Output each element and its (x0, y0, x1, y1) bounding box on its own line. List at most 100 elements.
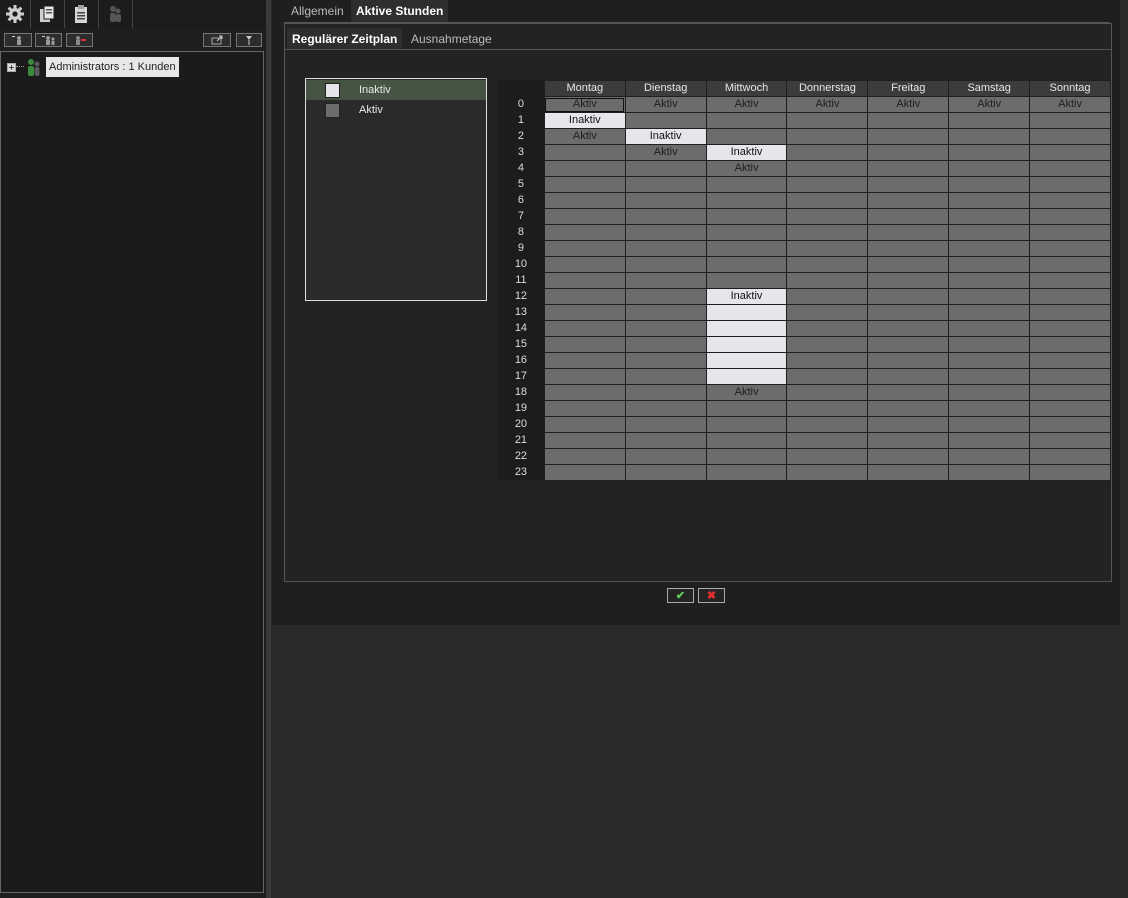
schedule-cell[interactable] (543, 400, 626, 417)
schedule-cell[interactable] (867, 128, 950, 145)
schedule-cell[interactable] (948, 320, 1031, 337)
schedule-cell[interactable] (1029, 160, 1111, 177)
hour-label[interactable]: 23 (497, 464, 545, 481)
schedule-cell[interactable] (948, 432, 1031, 449)
schedule-cell[interactable] (543, 304, 626, 321)
schedule-cell[interactable] (705, 448, 788, 465)
schedule-cell[interactable] (543, 432, 626, 449)
schedule-cell[interactable] (624, 336, 707, 353)
schedule-cell[interactable] (543, 176, 626, 193)
schedule-cell[interactable] (1029, 320, 1111, 337)
schedule-cell[interactable] (867, 352, 950, 369)
hour-label[interactable]: 14 (497, 320, 545, 337)
hour-label[interactable]: 6 (497, 192, 545, 209)
add-user-button[interactable] (4, 33, 32, 47)
schedule-cell[interactable] (705, 272, 788, 289)
schedule-cell[interactable] (786, 176, 869, 193)
schedule-cell[interactable] (867, 224, 950, 241)
schedule-cell[interactable] (1029, 272, 1111, 289)
schedule-cell[interactable]: Aktiv (705, 96, 788, 113)
schedule-cell[interactable] (1029, 448, 1111, 465)
schedule-cell[interactable]: Aktiv (786, 96, 869, 113)
schedule-cell[interactable] (867, 256, 950, 273)
schedule-cell[interactable] (867, 336, 950, 353)
schedule-cell[interactable] (867, 160, 950, 177)
schedule-cell[interactable] (624, 272, 707, 289)
schedule-cell[interactable] (1029, 176, 1111, 193)
hour-label[interactable]: 11 (497, 272, 545, 289)
schedule-cell[interactable] (624, 304, 707, 321)
day-header[interactable]: Sonntag (1029, 80, 1111, 97)
hour-label[interactable]: 12 (497, 288, 545, 305)
schedule-cell[interactable]: Aktiv (867, 96, 950, 113)
schedule-cell[interactable] (705, 368, 788, 385)
schedule-cell[interactable] (1029, 288, 1111, 305)
hour-label[interactable]: 15 (497, 336, 545, 353)
schedule-cell[interactable] (1029, 416, 1111, 433)
schedule-cell[interactable] (624, 432, 707, 449)
day-header[interactable]: Freitag (867, 80, 950, 97)
add-group-button[interactable] (35, 33, 62, 47)
schedule-cell[interactable] (543, 208, 626, 225)
schedule-cell[interactable] (867, 416, 950, 433)
schedule-cell[interactable] (867, 176, 950, 193)
schedule-cell[interactable] (624, 320, 707, 337)
schedule-cell[interactable] (786, 368, 869, 385)
legend-item-inaktiv[interactable]: Inaktiv (306, 80, 486, 100)
schedule-cell[interactable] (948, 400, 1031, 417)
schedule-cell[interactable]: Aktiv (624, 96, 707, 113)
schedule-cell[interactable] (948, 144, 1031, 161)
schedule-cell[interactable] (543, 256, 626, 273)
schedule-cell[interactable] (867, 464, 950, 481)
schedule-cell[interactable] (543, 272, 626, 289)
schedule-cell[interactable] (1029, 112, 1111, 129)
hour-label[interactable]: 5 (497, 176, 545, 193)
hour-label[interactable]: 16 (497, 352, 545, 369)
tab-aktive-stunden[interactable]: Aktive Stunden (351, 0, 449, 22)
schedule-cell[interactable] (786, 112, 869, 129)
schedule-cell[interactable] (948, 464, 1031, 481)
schedule-cell[interactable] (1029, 304, 1111, 321)
tree-node-label[interactable]: Administrators : 1 Kunden (46, 57, 179, 77)
gear-icon[interactable] (0, 2, 30, 26)
schedule-cell[interactable] (867, 240, 950, 257)
schedule-cell[interactable] (786, 352, 869, 369)
schedule-cell[interactable] (786, 336, 869, 353)
schedule-cell[interactable] (1029, 400, 1111, 417)
hour-label[interactable]: 19 (497, 400, 545, 417)
schedule-cell[interactable] (543, 352, 626, 369)
grid-corner[interactable] (497, 80, 545, 97)
schedule-cell[interactable]: Inaktiv (624, 128, 707, 145)
ok-button[interactable]: ✔ (667, 588, 694, 603)
schedule-cell[interactable] (1029, 368, 1111, 385)
schedule-cell[interactable] (786, 432, 869, 449)
schedule-cell[interactable] (705, 432, 788, 449)
schedule-cell[interactable] (948, 384, 1031, 401)
schedule-cell[interactable] (624, 368, 707, 385)
remove-user-button[interactable] (66, 33, 93, 47)
hour-label[interactable]: 18 (497, 384, 545, 401)
schedule-cell[interactable] (948, 208, 1031, 225)
schedule-cell[interactable] (1029, 240, 1111, 257)
schedule-cell[interactable] (786, 448, 869, 465)
schedule-cell[interactable] (786, 208, 869, 225)
schedule-cell[interactable] (705, 352, 788, 369)
schedule-cell[interactable] (867, 208, 950, 225)
schedule-cell[interactable] (948, 176, 1031, 193)
schedule-cell[interactable]: Inaktiv (705, 288, 788, 305)
schedule-cell[interactable] (948, 272, 1031, 289)
schedule-cell[interactable] (624, 192, 707, 209)
schedule-cell[interactable] (705, 320, 788, 337)
schedule-cell[interactable] (948, 336, 1031, 353)
schedule-cell[interactable] (705, 176, 788, 193)
schedule-cell[interactable] (867, 304, 950, 321)
schedule-cell[interactable] (624, 400, 707, 417)
schedule-cell[interactable] (867, 320, 950, 337)
schedule-cell[interactable] (948, 288, 1031, 305)
schedule-cell[interactable] (705, 240, 788, 257)
schedule-cell[interactable] (786, 464, 869, 481)
hour-label[interactable]: 9 (497, 240, 545, 257)
schedule-cell[interactable] (1029, 336, 1111, 353)
hour-label[interactable]: 21 (497, 432, 545, 449)
schedule-cell[interactable] (867, 112, 950, 129)
